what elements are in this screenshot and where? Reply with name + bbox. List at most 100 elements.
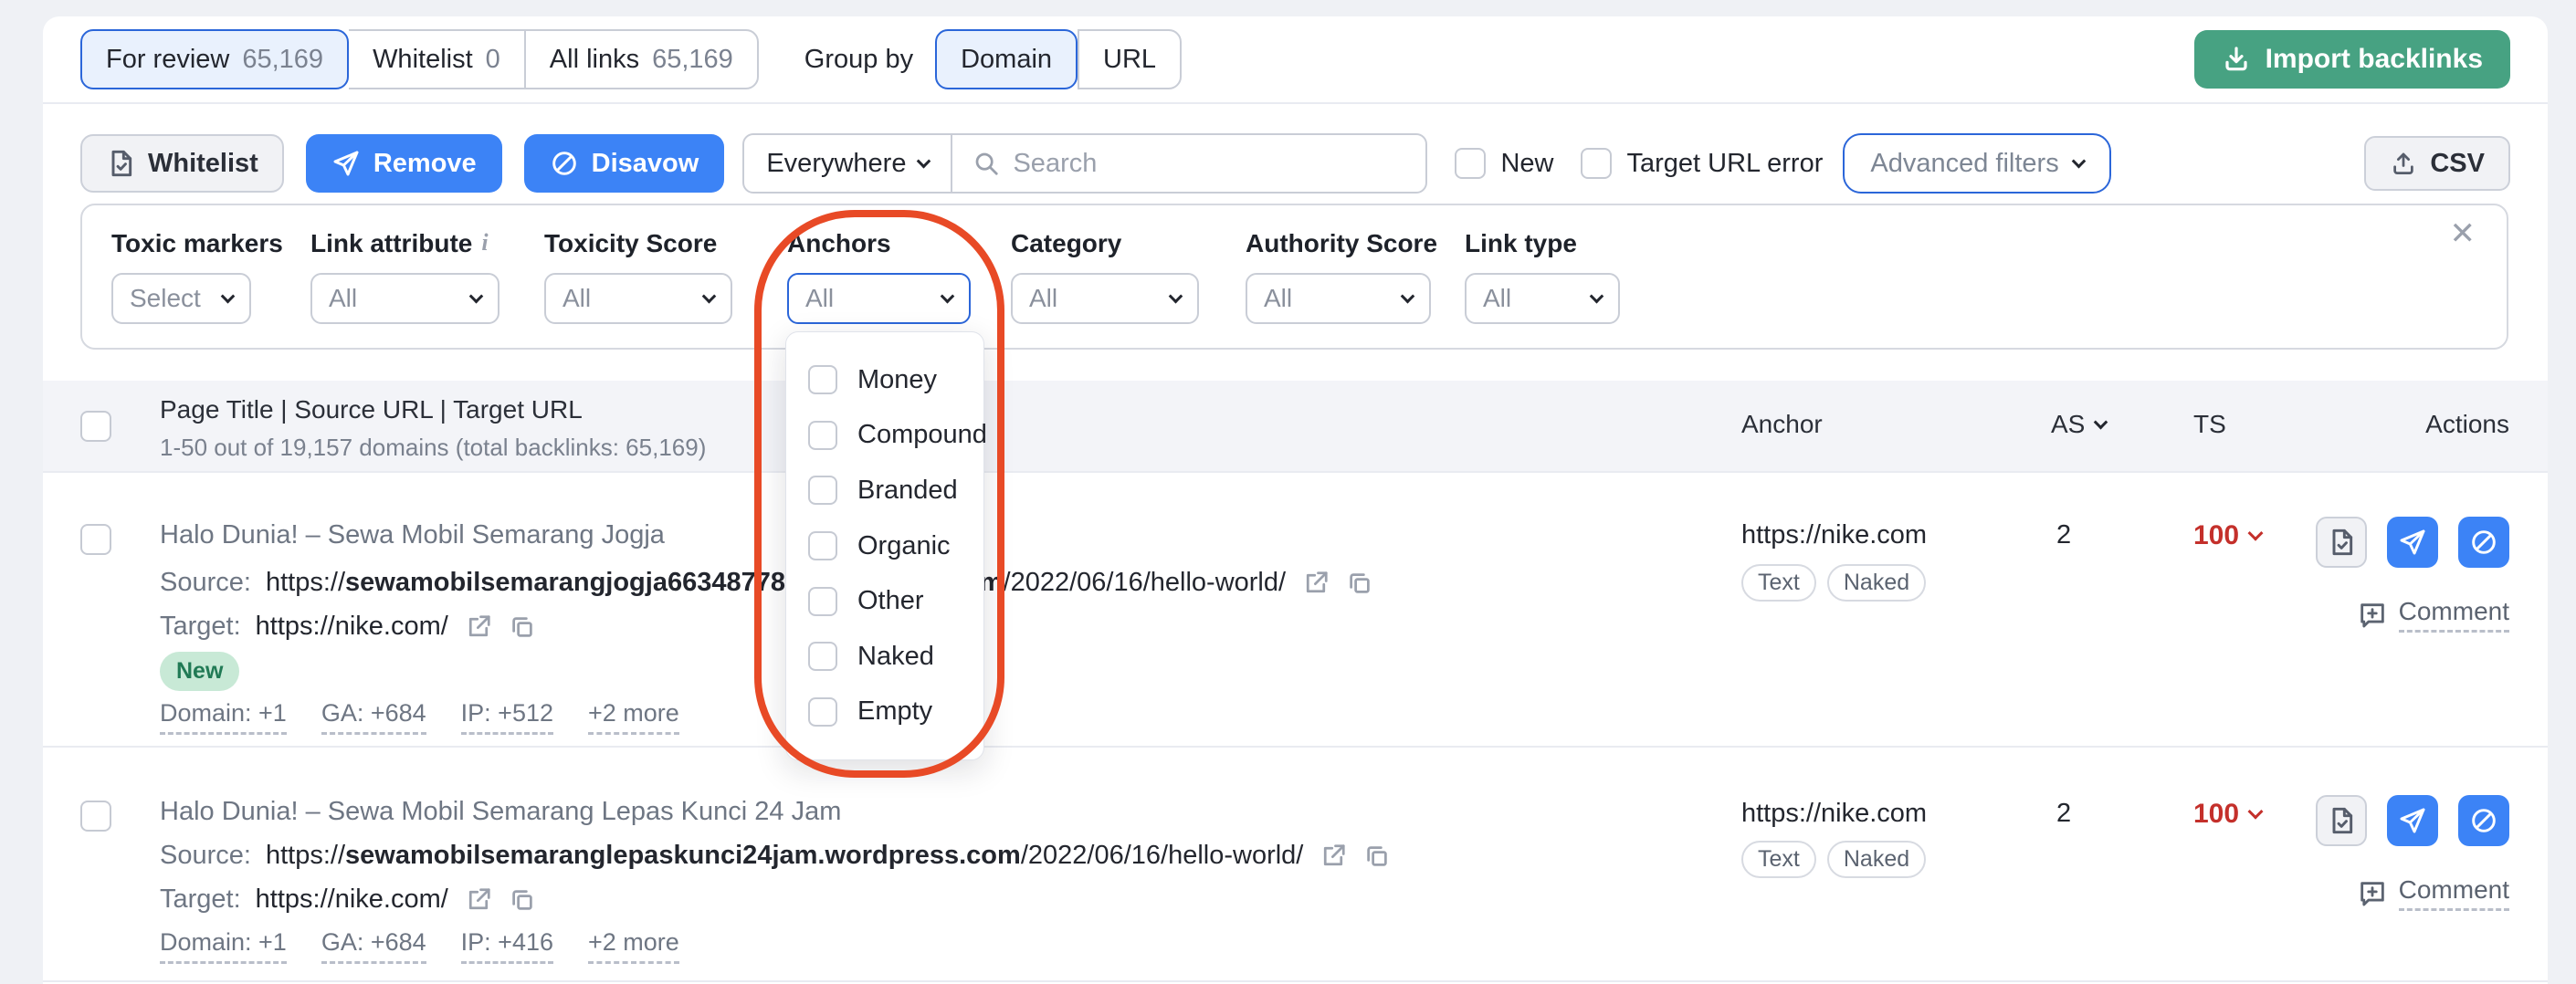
filter-label: Authority Score [1246, 229, 1437, 258]
select-all-checkbox[interactable] [80, 411, 111, 442]
import-backlinks-button[interactable]: Import backlinks [2194, 30, 2510, 89]
filter-label: Anchors [787, 229, 891, 258]
select-value: All [1029, 284, 1057, 313]
whitelist-button[interactable]: Whitelist [80, 134, 284, 193]
columns-title: Page Title | Source URL | Target URL [160, 395, 706, 424]
page-title: Halo Dunia! – Sewa Mobil Semarang Jogja [160, 520, 665, 550]
new-checkbox[interactable]: New [1455, 148, 1553, 179]
checkbox-box[interactable] [808, 365, 837, 394]
main-card: For review 65,169 Whitelist 0 All links … [43, 16, 2548, 984]
tab-whitelist[interactable]: Whitelist 0 [349, 29, 524, 89]
option-label: Compound [857, 420, 987, 450]
option-label: Branded [857, 476, 958, 506]
copy-icon[interactable] [1346, 570, 1373, 597]
document-check-icon [2327, 528, 2356, 557]
external-link-icon[interactable] [465, 613, 492, 641]
search-input[interactable] [1013, 149, 1405, 179]
checkbox-box[interactable] [1455, 148, 1486, 179]
comment-link[interactable]: Comment [2357, 597, 2509, 633]
disavow-row-button[interactable] [2458, 517, 2509, 568]
anchors-select[interactable]: All [787, 273, 971, 324]
copy-icon[interactable] [509, 613, 536, 641]
external-link-icon[interactable] [1320, 843, 1347, 870]
marker-ip[interactable]: IP: +416 [461, 928, 553, 964]
close-icon[interactable]: ✕ [2450, 218, 2476, 249]
upload-icon [2390, 150, 2417, 177]
chevron-down-icon [2248, 526, 2264, 541]
paper-plane-icon [2398, 528, 2427, 557]
copy-icon[interactable] [1363, 843, 1391, 870]
toxicity-score-select[interactable]: All [544, 273, 732, 324]
marker-ga[interactable]: GA: +684 [321, 928, 426, 964]
external-link-icon[interactable] [465, 886, 492, 914]
tab-all-links[interactable]: All links 65,169 [524, 29, 759, 89]
dropdown-option-empty[interactable]: Empty [786, 696, 983, 727]
row-checkbox[interactable] [80, 524, 111, 555]
source-url: https://sewamobilsemarangjogja663487788.… [266, 568, 1286, 598]
table-row: Halo Dunia! – Sewa Mobil Semarang Lepas … [43, 748, 2548, 982]
as-column-header[interactable]: AS [2051, 410, 2106, 439]
whitelist-row-button[interactable] [2316, 517, 2367, 568]
whitelist-row-button[interactable] [2316, 795, 2367, 846]
advanced-filters-button[interactable]: Advanced filters [1843, 133, 2110, 194]
toxicity-score-value[interactable]: 100 [2193, 799, 2261, 830]
tab-for-review[interactable]: For review 65,169 [80, 29, 349, 89]
marker-more[interactable]: +2 more [588, 928, 679, 964]
select-value: All [805, 284, 834, 313]
target-url-line: Target: https://nike.com/ [160, 612, 536, 642]
remove-row-button[interactable] [2387, 795, 2438, 846]
marker-ip[interactable]: IP: +512 [461, 699, 553, 735]
target-url-error-checkbox[interactable]: Target URL error [1581, 148, 1823, 179]
disavow-button[interactable]: Disavow [524, 134, 725, 193]
dropdown-option-money[interactable]: Money [786, 365, 983, 395]
tag-naked: Naked [1827, 841, 1926, 878]
copy-icon[interactable] [509, 886, 536, 914]
group-by-url[interactable]: URL [1078, 29, 1182, 89]
checkbox-box[interactable] [1581, 148, 1612, 179]
remove-button[interactable]: Remove [306, 134, 502, 193]
toxic-markers-select[interactable]: Select [111, 273, 251, 324]
remove-row-button[interactable] [2387, 517, 2438, 568]
marker-more[interactable]: +2 more [588, 699, 679, 735]
badge-line: New [160, 652, 239, 691]
source-url-line: Source: https://sewamobilsemaranglepasku… [160, 841, 1391, 871]
filter-label: Category [1011, 229, 1121, 258]
dropdown-option-compound[interactable]: Compound [786, 420, 983, 450]
checkbox-box[interactable] [808, 697, 837, 727]
dropdown-option-naked[interactable]: Naked [786, 642, 983, 672]
marker-ga[interactable]: GA: +684 [321, 699, 426, 735]
link-attribute-select[interactable]: All [310, 273, 499, 324]
filter-label: Link attribute i [310, 229, 489, 258]
select-value: Select [130, 284, 201, 313]
anchors-dropdown-menu: Money Compound Branded Organic Other Nak… [785, 331, 984, 760]
link-type-select[interactable]: All [1465, 273, 1620, 324]
select-value: All [329, 284, 357, 313]
checkbox-box[interactable] [808, 642, 837, 671]
search-scope-select[interactable]: Everywhere [744, 149, 951, 179]
toxicity-score-value[interactable]: 100 [2193, 520, 2261, 551]
checkbox-box[interactable] [808, 587, 837, 616]
checkbox-box[interactable] [808, 476, 837, 505]
group-by-domain[interactable]: Domain [935, 29, 1078, 89]
authority-score-select[interactable]: All [1246, 273, 1431, 324]
info-icon[interactable]: i [481, 229, 488, 256]
checkbox-box[interactable] [808, 531, 837, 560]
disavow-row-button[interactable] [2458, 795, 2509, 846]
paper-plane-icon [2398, 806, 2427, 835]
group-by-domain-label: Domain [961, 45, 1052, 75]
marker-links: Domain: +1 GA: +684 IP: +512 +2 more [160, 699, 679, 735]
dropdown-option-branded[interactable]: Branded [786, 476, 983, 506]
marker-domain[interactable]: Domain: +1 [160, 699, 287, 735]
marker-domain[interactable]: Domain: +1 [160, 928, 287, 964]
dropdown-option-other[interactable]: Other [786, 586, 983, 616]
paper-plane-icon [331, 149, 361, 178]
external-link-icon[interactable] [1302, 570, 1330, 597]
checkbox-box[interactable] [808, 421, 837, 450]
dropdown-option-organic[interactable]: Organic [786, 531, 983, 561]
row-checkbox[interactable] [80, 801, 111, 832]
export-csv-button[interactable]: CSV [2364, 136, 2510, 191]
filters-panel: Toxic markers Select Link attribute i Al… [80, 204, 2508, 350]
comment-link[interactable]: Comment [2357, 875, 2509, 911]
group-by-label: Group by [804, 45, 913, 75]
category-select[interactable]: All [1011, 273, 1199, 324]
